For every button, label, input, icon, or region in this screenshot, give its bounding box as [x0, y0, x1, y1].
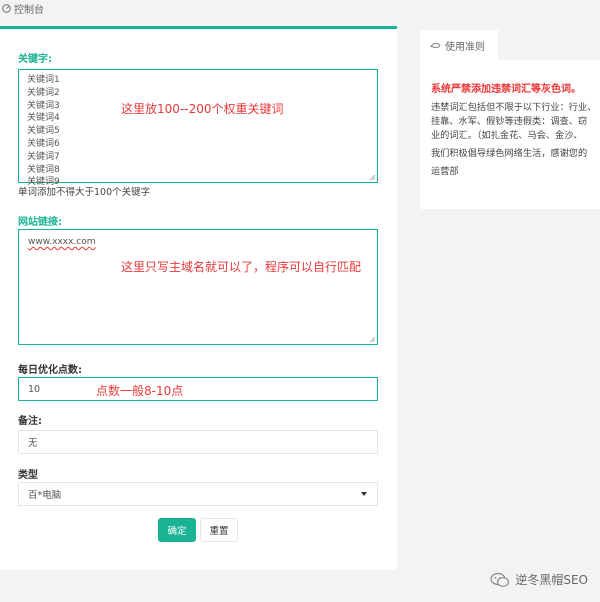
daily-points-value: 10: [28, 383, 41, 395]
rules-title: 系统严禁添加违禁词汇等灰色词。: [431, 84, 581, 95]
chevron-down-icon: [361, 492, 367, 496]
rules-para1-line1: 违禁词汇包括但不限于以下行业：行业、: [431, 102, 597, 113]
site-url-annotation: 这里只写主域名就可以了，程序可以自行匹配: [121, 260, 362, 274]
reset-button[interactable]: 重置: [200, 518, 238, 542]
rules-signature: 运营部: [431, 166, 459, 177]
remark-value: 无: [28, 438, 38, 449]
keywords-list: 关键词1 关键词2 关键词3 关键词4 关键词5 关键词6 关键词7 关键词8 关键词9: [19, 70, 377, 189]
keyword-line: 关键词6: [27, 138, 60, 149]
tab-label: 使用准则: [445, 41, 485, 53]
site-url-value: www.xxxx.com: [28, 237, 96, 247]
site-url-label: 网站链接:: [18, 217, 62, 228]
keywords-label: 关键字:: [18, 54, 52, 65]
submit-button[interactable]: 确定: [158, 518, 196, 542]
watermark: 逆冬黑帽SEO: [490, 571, 588, 588]
keyword-line: 关键词7: [27, 151, 60, 162]
keyword-line: 关键词1: [27, 75, 60, 85]
keywords-hint: 单词添加不得大于100个关键字: [18, 187, 151, 198]
daily-points-label: 每日优化点数:: [18, 365, 82, 376]
type-selected-value: 百*电脑: [28, 490, 62, 501]
daily-points-input[interactable]: 10 点数一般8-10点: [18, 377, 378, 401]
dashboard-icon: [2, 3, 11, 13]
remark-label: 备注:: [18, 416, 42, 427]
resize-grip-icon[interactable]: [369, 174, 376, 181]
resize-grip-icon[interactable]: [369, 336, 376, 343]
rules-para2: 我们积极倡导绿色网络生活，感谢您的: [431, 148, 588, 159]
keyword-line: 关键词5: [27, 126, 60, 137]
keyword-line: 关键词2: [27, 87, 60, 98]
rules-para1-line2: 挂靠、水军、假钞等违假类：调查、窃: [431, 116, 588, 127]
keywords-textarea[interactable]: 关键词1 关键词2 关键词3 关键词4 关键词5 关键词6 关键词7 关键词8 关键词9 这里放…: [18, 69, 378, 187]
form-panel: 关键字: 关键词1 关键词2 关键词3 关键词4 关键词5 关键词6 关键词7 关键词8 关键词…: [0, 26, 397, 570]
keywords-annotation: 这里放100--200个权重关键词: [121, 102, 284, 116]
page-title: 控制台: [14, 4, 44, 16]
hand-icon: [430, 42, 441, 48]
tab-usage-rules[interactable]: 使用准则: [420, 30, 498, 60]
rules-body: 系统严禁添加违禁词汇等灰色词。 违禁词汇包括但不限于以下行业：行业、 挂靠、水军…: [420, 60, 600, 209]
type-select[interactable]: 百*电脑: [18, 482, 378, 506]
type-label: 类型: [18, 470, 38, 481]
wechat-icon: [490, 572, 510, 587]
site-url-textarea[interactable]: www.xxxx.com 这里只写主域名就可以了，程序可以自行匹配: [18, 229, 378, 345]
rules-panel: 使用准则 系统严禁添加违禁词汇等灰色词。 违禁词汇包括但不限于以下行业：行业、 …: [420, 30, 600, 209]
remark-input[interactable]: 无: [18, 430, 378, 454]
daily-points-annotation: 点数一般8-10点: [96, 384, 184, 398]
breadcrumb: 控制台: [0, 0, 44, 16]
rules-para1-line3: 业的词汇。（如扎金花、马会、金沙、: [431, 130, 583, 141]
watermark-text: 逆冬黑帽SEO: [515, 573, 588, 587]
keyword-line: 关键词8: [27, 164, 60, 175]
